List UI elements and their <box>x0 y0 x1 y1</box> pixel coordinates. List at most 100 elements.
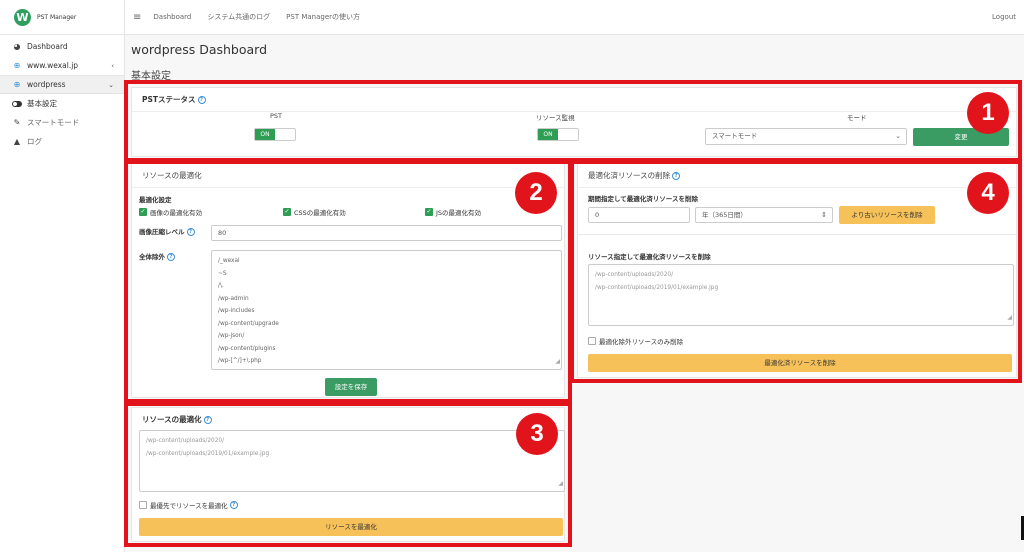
textarea-line: ~S <box>218 270 227 277</box>
delete-optimized-button[interactable]: 最適化済リソースを削除 <box>588 354 1012 372</box>
menu-icon[interactable]: ≡ <box>133 12 141 23</box>
resource-monitor-state: ON <box>538 129 558 140</box>
help-icon[interactable]: ? <box>672 172 681 180</box>
css-opt-checkbox[interactable]: ✓ CSSの最適化有効 <box>283 207 346 217</box>
textarea-line: /\. <box>218 283 224 289</box>
sidebar-item-label: スマートモード <box>27 118 80 127</box>
compress-level-text: 画像圧縮レベル <box>139 228 185 236</box>
mode-select[interactable]: スマートモード ⌄ <box>705 128 907 145</box>
resource-opt-title: リソースの最適化 <box>142 415 202 424</box>
brand-logo: W <box>14 8 31 26</box>
sidebar-item-wordpress[interactable]: ⊕ wordpress ⌄ <box>0 75 124 94</box>
resource-monitor-label: リソース監視 <box>536 114 575 122</box>
wrench-icon: ✎ <box>13 118 21 127</box>
help-icon[interactable]: ? <box>203 416 212 424</box>
excluded-only-checkbox[interactable]: 最適化除外リソースのみ削除 <box>588 336 683 346</box>
period-unit-select[interactable]: 年（365日間） ⇕ <box>695 207 833 223</box>
period-unit-value: 年（365日間） <box>702 211 747 219</box>
priority-checkbox[interactable]: 最優先でリソースを最適化? <box>139 500 238 510</box>
textarea-line: /wp-content/uploads/2019/01/example.jpg <box>595 284 719 291</box>
toggle-icon <box>12 100 22 107</box>
divider <box>578 234 1016 235</box>
exclude-text: 全体除外 <box>139 253 165 261</box>
card-title: リソースの最適化? <box>132 408 564 431</box>
js-opt-checkbox[interactable]: ✓ JSの最適化有効 <box>425 207 481 217</box>
resize-grip-icon[interactable]: ◢ <box>555 356 560 369</box>
topbar: ≡ Dashboard システム共通のログ PST Managerの使い方 Lo… <box>125 0 1024 35</box>
period-input[interactable]: 0 <box>588 207 690 223</box>
js-opt-label: JSの最適化有効 <box>436 209 482 217</box>
sidebar-item-label: 基本設定 <box>27 99 57 108</box>
resource-delete-label: リソース指定して最適化済リソースを削除 <box>588 253 711 261</box>
check-icon: ✓ <box>139 208 147 216</box>
sidebar-item-dashboard[interactable]: ◕ Dashboard <box>0 37 124 56</box>
sidebar-item-log[interactable]: ▲ ログ <box>0 132 124 151</box>
sidebar-item-wexal[interactable]: ⊕ www.wexal.jp ‹ <box>0 56 124 75</box>
pst-toggle[interactable]: ON <box>254 128 296 141</box>
top-link-dashboard[interactable]: Dashboard <box>153 13 191 21</box>
resize-grip-icon[interactable]: ◢ <box>1007 312 1012 325</box>
compress-level-label: 画像圧縮レベル? <box>139 226 195 236</box>
dashboard-icon: ◕ <box>13 42 21 51</box>
globe-icon: ⊕ <box>13 80 21 89</box>
delete-path-textarea[interactable]: /wp-content/uploads/2020/ /wp-content/upl… <box>588 264 1014 326</box>
excluded-only-label: 最適化除外リソースのみ削除 <box>599 338 684 346</box>
resize-grip-icon[interactable]: ◢ <box>558 478 563 491</box>
sidebar-item-label: Dashboard <box>27 42 68 51</box>
chevron-down-icon: ⌄ <box>108 80 114 89</box>
textarea-line: /wp-json/ <box>218 333 245 339</box>
textarea-line: /wp-[^/]+\.php <box>218 358 262 364</box>
textarea-line: /wp-content/plugins <box>218 345 276 352</box>
chevron-left-icon: ‹ <box>111 61 114 70</box>
optimize-settings-label: 最適化設定 <box>139 196 172 204</box>
pst-label: PST <box>270 112 283 120</box>
save-settings-button[interactable]: 設定を保存 <box>325 378 377 396</box>
pst-status-card: PSTステータス? <box>131 87 1017 157</box>
textarea-line: /wp-admin <box>218 295 249 302</box>
textarea-line: /wp-content/uploads/2019/01/example.jpg <box>146 450 270 457</box>
top-link-howto[interactable]: PST Managerの使い方 <box>286 12 360 22</box>
sidebar-item-label: wordpress <box>27 80 66 89</box>
textarea-line: /wp-content/uploads/2020/ <box>595 272 674 278</box>
delete-older-button[interactable]: より古いリソースを削除 <box>839 206 935 224</box>
delete-title: 最適化済リソースの削除 <box>588 171 671 180</box>
sidebar-item-basic-settings[interactable]: 基本設定 <box>0 94 124 113</box>
css-opt-label: CSSの最適化有効 <box>294 209 346 217</box>
top-link-system-log[interactable]: システム共通のログ <box>207 12 270 22</box>
card-title: 最適化済リソースの削除? <box>578 164 1016 188</box>
annotation-number-4: 4 <box>967 172 1009 214</box>
optimize-resource-button[interactable]: リソースを最適化 <box>139 518 563 536</box>
page-title: wordpress Dashboard <box>131 42 268 57</box>
section-title: 基本設定 <box>131 71 171 82</box>
sidebar-item-label: www.wexal.jp <box>27 61 79 70</box>
annotation-number-1: 1 <box>967 92 1009 134</box>
resource-path-textarea[interactable]: /wp-content/uploads/2020/ /wp-content/upl… <box>139 430 565 492</box>
chevron-down-icon: ⌄ <box>895 132 901 140</box>
period-delete-label: 期間指定して最適化済リソースを削除 <box>588 195 698 203</box>
help-icon[interactable]: ? <box>229 501 238 509</box>
mode-value: スマートモード <box>712 132 758 140</box>
check-icon: ✓ <box>425 208 433 216</box>
logout-link[interactable]: Logout <box>992 13 1016 21</box>
help-icon[interactable]: ? <box>186 228 195 236</box>
textarea-line: /wp-content/upgrade <box>218 320 279 327</box>
pst-status-title: PSTステータス <box>142 95 196 104</box>
exclude-textarea[interactable]: /_wexal ~S /\. /wp-admin/wp-includes/wp-con… <box>211 250 562 370</box>
brand-name: PST Manager <box>37 13 77 21</box>
card-title: PSTステータス? <box>132 88 1016 112</box>
priority-label: 最優先でリソースを最適化 <box>150 502 228 510</box>
checkbox-empty-icon <box>588 337 596 345</box>
image-opt-checkbox[interactable]: ✓ 画像の最適化有効 <box>139 207 202 217</box>
updown-icon: ⇕ <box>821 211 827 219</box>
compress-level-input[interactable]: 80 <box>211 225 562 241</box>
textarea-line: /wp-content/uploads/2020/ <box>146 438 225 444</box>
sidebar-item-smart-mode[interactable]: ✎ スマートモード <box>0 113 124 132</box>
resource-monitor-toggle[interactable]: ON <box>537 128 579 141</box>
brand[interactable]: W PST Manager <box>0 0 124 35</box>
sidebar: W PST Manager ◕ Dashboard ⊕ www.wexal.jp… <box>0 0 125 552</box>
warning-icon: ▲ <box>13 137 21 146</box>
pst-toggle-state: ON <box>255 129 275 140</box>
help-icon[interactable]: ? <box>197 96 206 104</box>
help-icon[interactable]: ? <box>167 253 175 261</box>
image-opt-label: 画像の最適化有効 <box>150 209 202 217</box>
